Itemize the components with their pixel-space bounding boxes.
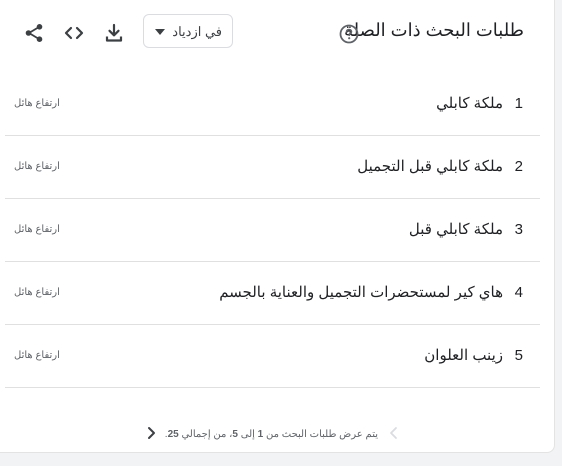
- card-title: طلبات البحث ذات الصلة: [343, 20, 524, 40]
- help-circle-icon[interactable]: [339, 24, 359, 44]
- trend-filter-value: في ازدياد: [172, 24, 222, 39]
- embed-code-icon[interactable]: [63, 22, 85, 44]
- chevron-right-icon[interactable]: [144, 426, 158, 440]
- item-query[interactable]: ملكة كابلي: [436, 94, 503, 112]
- pagination-status: يتم عرض طلبات البحث من 1 إلى 5، من إجمال…: [165, 429, 378, 440]
- trend-filter-select[interactable]: في ازدياد: [143, 14, 233, 48]
- list-item[interactable]: 4 هاي كير لمستحضرات التجميل والعناية بال…: [5, 262, 540, 325]
- item-query[interactable]: ملكة كابلي قبل التجميل: [357, 157, 503, 175]
- item-query[interactable]: زينب العلوان: [424, 346, 503, 364]
- pagination-text: ، من إجمالي: [178, 429, 233, 440]
- item-rank: 5: [514, 347, 523, 364]
- item-status: ارتفاع هائل: [14, 161, 60, 172]
- pagination-text: يتم عرض طلبات البحث من: [263, 429, 378, 440]
- item-status: ارتفاع هائل: [14, 350, 60, 361]
- share-icon[interactable]: [23, 22, 45, 44]
- item-status: ارتفاع هائل: [14, 224, 60, 235]
- related-queries-list: 1 ملكة كابلي ارتفاع هائل 2 ملكة كابلي قب…: [5, 73, 540, 388]
- related-queries-card: طلبات البحث ذات الصلة في ازدياد 1 ملكة ك…: [0, 0, 555, 453]
- download-icon[interactable]: [103, 22, 125, 44]
- item-status: ارتفاع هائل: [14, 287, 60, 298]
- chevron-left-icon[interactable]: [387, 426, 401, 440]
- list-item[interactable]: 3 ملكة كابلي قبل ارتفاع هائل: [5, 199, 540, 262]
- caret-down-icon: [155, 29, 165, 35]
- item-rank: 2: [514, 158, 523, 175]
- item-query[interactable]: ملكة كابلي قبل: [409, 220, 503, 238]
- pagination-total: 25: [167, 429, 179, 440]
- item-query[interactable]: هاي كير لمستحضرات التجميل والعناية بالجس…: [219, 283, 503, 301]
- pagination: يتم عرض طلبات البحث من 1 إلى 5، من إجمال…: [0, 420, 554, 448]
- item-rank: 3: [514, 221, 523, 238]
- item-rank: 4: [514, 284, 523, 301]
- pagination-text: إلى: [237, 429, 258, 440]
- item-rank: 1: [514, 95, 523, 112]
- item-status: ارتفاع هائل: [14, 98, 60, 109]
- list-item[interactable]: 1 ملكة كابلي ارتفاع هائل: [5, 73, 540, 136]
- card-header: طلبات البحث ذات الصلة في ازدياد: [0, 0, 554, 64]
- list-item[interactable]: 2 ملكة كابلي قبل التجميل ارتفاع هائل: [5, 136, 540, 199]
- list-item[interactable]: 5 زينب العلوان ارتفاع هائل: [5, 325, 540, 388]
